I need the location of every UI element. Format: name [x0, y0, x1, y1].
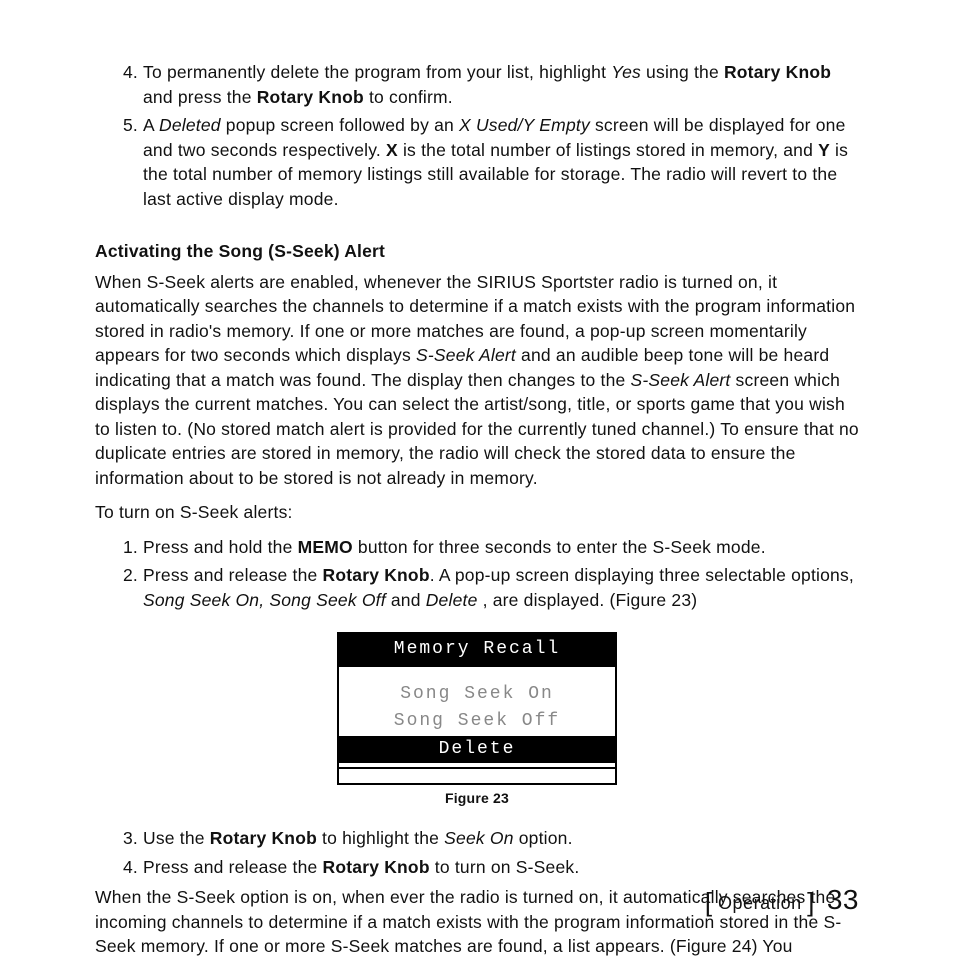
text-italic: Song Seek On, Song Seek Off	[143, 590, 386, 610]
text: Use the	[143, 828, 210, 848]
ordered-list-2: Press and hold the MEMO button for three…	[95, 535, 859, 613]
list-item: Press and release the Rotary Knob. A pop…	[143, 563, 859, 612]
ordered-list-3: Use the Rotary Knob to highlight the See…	[95, 826, 859, 879]
page-footer: [ Operation ] 33	[705, 880, 859, 920]
text-bold: Rotary Knob	[210, 828, 317, 848]
text: Press and release the	[143, 857, 323, 877]
text-bold: MEMO	[298, 537, 353, 557]
text: option.	[514, 828, 573, 848]
text: to confirm.	[364, 87, 453, 107]
text: To permanently delete the program from y…	[143, 62, 611, 82]
text: , are displayed. (Figure 23)	[478, 590, 698, 610]
text-bold: X	[386, 140, 398, 160]
figure-caption: Figure 23	[95, 789, 859, 809]
text: and press the	[143, 87, 257, 107]
lcd-footer	[339, 767, 615, 783]
paragraph: When S-Seek alerts are enabled, whenever…	[95, 270, 859, 491]
lcd-option: Song Seek Off	[345, 708, 609, 735]
text-bold: Rotary Knob	[724, 62, 831, 82]
list-item: Press and hold the MEMO button for three…	[143, 535, 859, 560]
section-heading: Activating the Song (S-Seek) Alert	[95, 239, 859, 264]
text-italic: Seek On	[444, 828, 514, 848]
text: using the	[641, 62, 724, 82]
text: Press and release the	[143, 565, 323, 585]
text: is the total number of listings stored i…	[398, 140, 818, 160]
text-bold: Rotary Knob	[323, 857, 430, 877]
list-item: Press and release the Rotary Knob to tur…	[143, 855, 859, 880]
text-italic: S-Seek Alert	[631, 370, 731, 390]
text: to turn on S-Seek.	[430, 857, 580, 877]
list-item: Use the Rotary Knob to highlight the See…	[143, 826, 859, 851]
lcd-option: Song Seek On	[345, 681, 609, 708]
text: Press and hold the	[143, 537, 298, 557]
page-body: To permanently delete the program from y…	[0, 0, 954, 954]
ordered-list-1: To permanently delete the program from y…	[95, 60, 859, 211]
lcd-figure: Memory Recall Song Seek On Song Seek Off…	[337, 632, 617, 785]
lcd-title: Memory Recall	[339, 634, 615, 667]
text: popup screen followed by an	[221, 115, 459, 135]
text-italic: X Used/Y Empty	[459, 115, 590, 135]
text: and	[386, 590, 426, 610]
text-italic: Yes	[611, 62, 641, 82]
text-bold: Y	[818, 140, 830, 160]
lcd-body: Song Seek On Song Seek Off Delete	[339, 667, 615, 767]
footer-section: Operation	[713, 893, 808, 913]
bracket-right: ]	[807, 887, 815, 917]
page-number: 33	[827, 884, 859, 915]
text-italic: S-Seek Alert	[416, 345, 516, 365]
text: button for three seconds to enter the S-…	[353, 537, 766, 557]
text: . A pop-up screen displaying three selec…	[430, 565, 854, 585]
text-bold: Rotary Knob	[323, 565, 430, 585]
text: to highlight the	[317, 828, 444, 848]
text-bold: Rotary Knob	[257, 87, 364, 107]
text-italic: Delete	[426, 590, 478, 610]
text: A	[143, 115, 159, 135]
text-italic: Deleted	[159, 115, 221, 135]
list-item: A Deleted popup screen followed by an X …	[143, 113, 859, 211]
list-item: To permanently delete the program from y…	[143, 60, 859, 109]
lcd-screen: Memory Recall Song Seek On Song Seek Off…	[337, 632, 617, 785]
bracket-left: [	[705, 887, 713, 917]
paragraph: To turn on S-Seek alerts:	[95, 500, 859, 525]
lcd-option-selected: Delete	[339, 736, 615, 763]
